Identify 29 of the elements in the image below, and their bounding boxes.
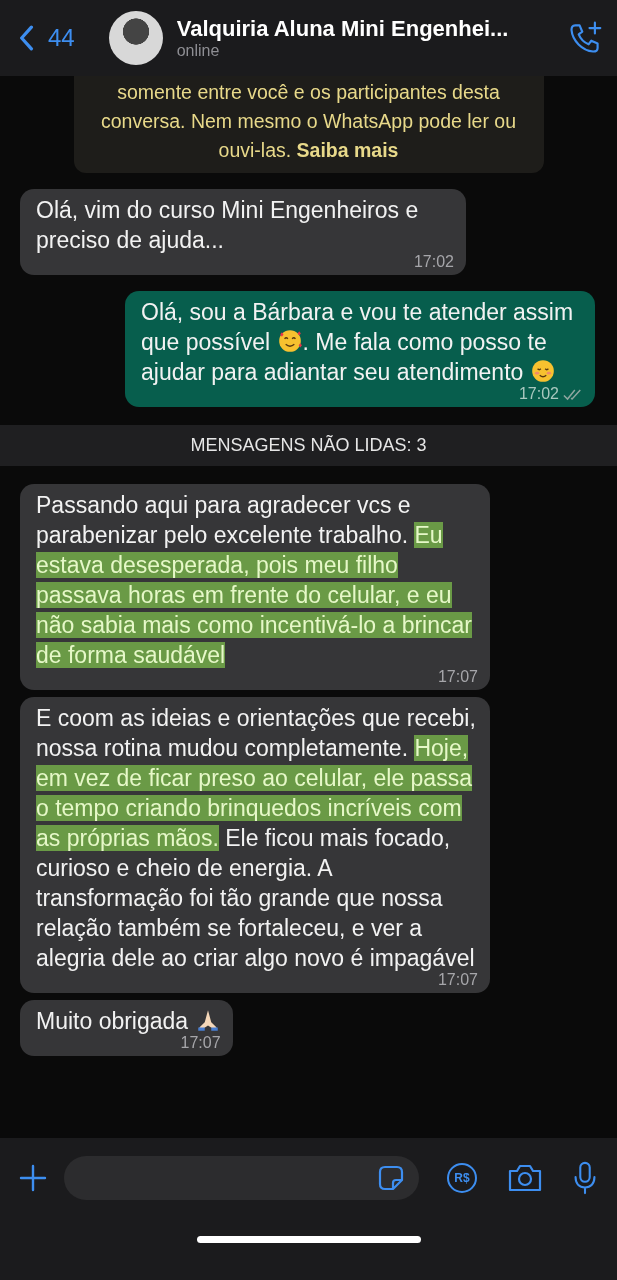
notice-text: somente entre você e os participantes desta conversa. Nem mesmo o WhatsApp pode ler ou ouvi-las. Saiba mais (100, 81, 517, 161)
message-bubble[interactable] (20, 484, 490, 690)
contact-name[interactable]: Valquiria Aluna Mini Engenhei... (176, 16, 557, 42)
payment-button[interactable]: R$ (447, 1163, 477, 1193)
camera-icon[interactable] (507, 1163, 543, 1193)
message-time: 17:02 (518, 385, 559, 403)
message-input-field[interactable] (64, 1156, 419, 1200)
message-text: Olá, sou a Bárbara e vou te atender assim que possível . Me fala como posso te ajudar para adiantar seu atendimento (141, 298, 575, 387)
contact-avatar[interactable] (108, 11, 163, 65)
message-time: 17:07 (437, 971, 478, 989)
microphone-icon[interactable] (573, 1161, 597, 1195)
smiling-face-icon (529, 358, 556, 384)
message-time: 17:07 (437, 668, 478, 686)
message-text: E coom as ideias e orientações que recebi, nossa rotina mudou completamente. Hoje, em vez de ficar preso ao celular, ele passa o tempo criando brinquedos incríveis com as próprias mãos. Ele ficou mais focado, curioso e cheio de energia. A transformação foi tão grande que nossa relação também se fortaleceu, e ver a alegria dele ao criar algo novo é impagável (36, 704, 477, 973)
chevron-left-icon (18, 25, 34, 51)
message-text: Olá, vim do curso Mini Engenheiros e preciso de ajuda... (36, 196, 420, 255)
back-button[interactable]: 44 (18, 24, 75, 52)
sticker-icon[interactable] (377, 1164, 405, 1192)
message-text: Muito obrigada (36, 1006, 221, 1036)
add-call-icon[interactable] (567, 20, 603, 56)
contact-status: online (176, 42, 221, 60)
message-bubble[interactable]: Olá, sou a Bárbara e vou te atender assim que possível . Me fala como posso te ajudar para adiantar seu atendimento 17:02 (125, 291, 595, 407)
message-time: 17:07 (180, 1034, 221, 1052)
smiling-face-hearts-icon (276, 328, 303, 354)
message-bubble[interactable]: Olá, vim do curso Mini Engenheiros e preciso de ajuda... 17:02 (20, 189, 466, 275)
learn-more-link[interactable]: Saiba mais (296, 139, 399, 161)
message-time: 17:02 (413, 253, 454, 271)
plus-icon[interactable] (18, 1163, 48, 1193)
message-bubble[interactable]: Muito obrigada 17:07 (20, 1000, 233, 1056)
